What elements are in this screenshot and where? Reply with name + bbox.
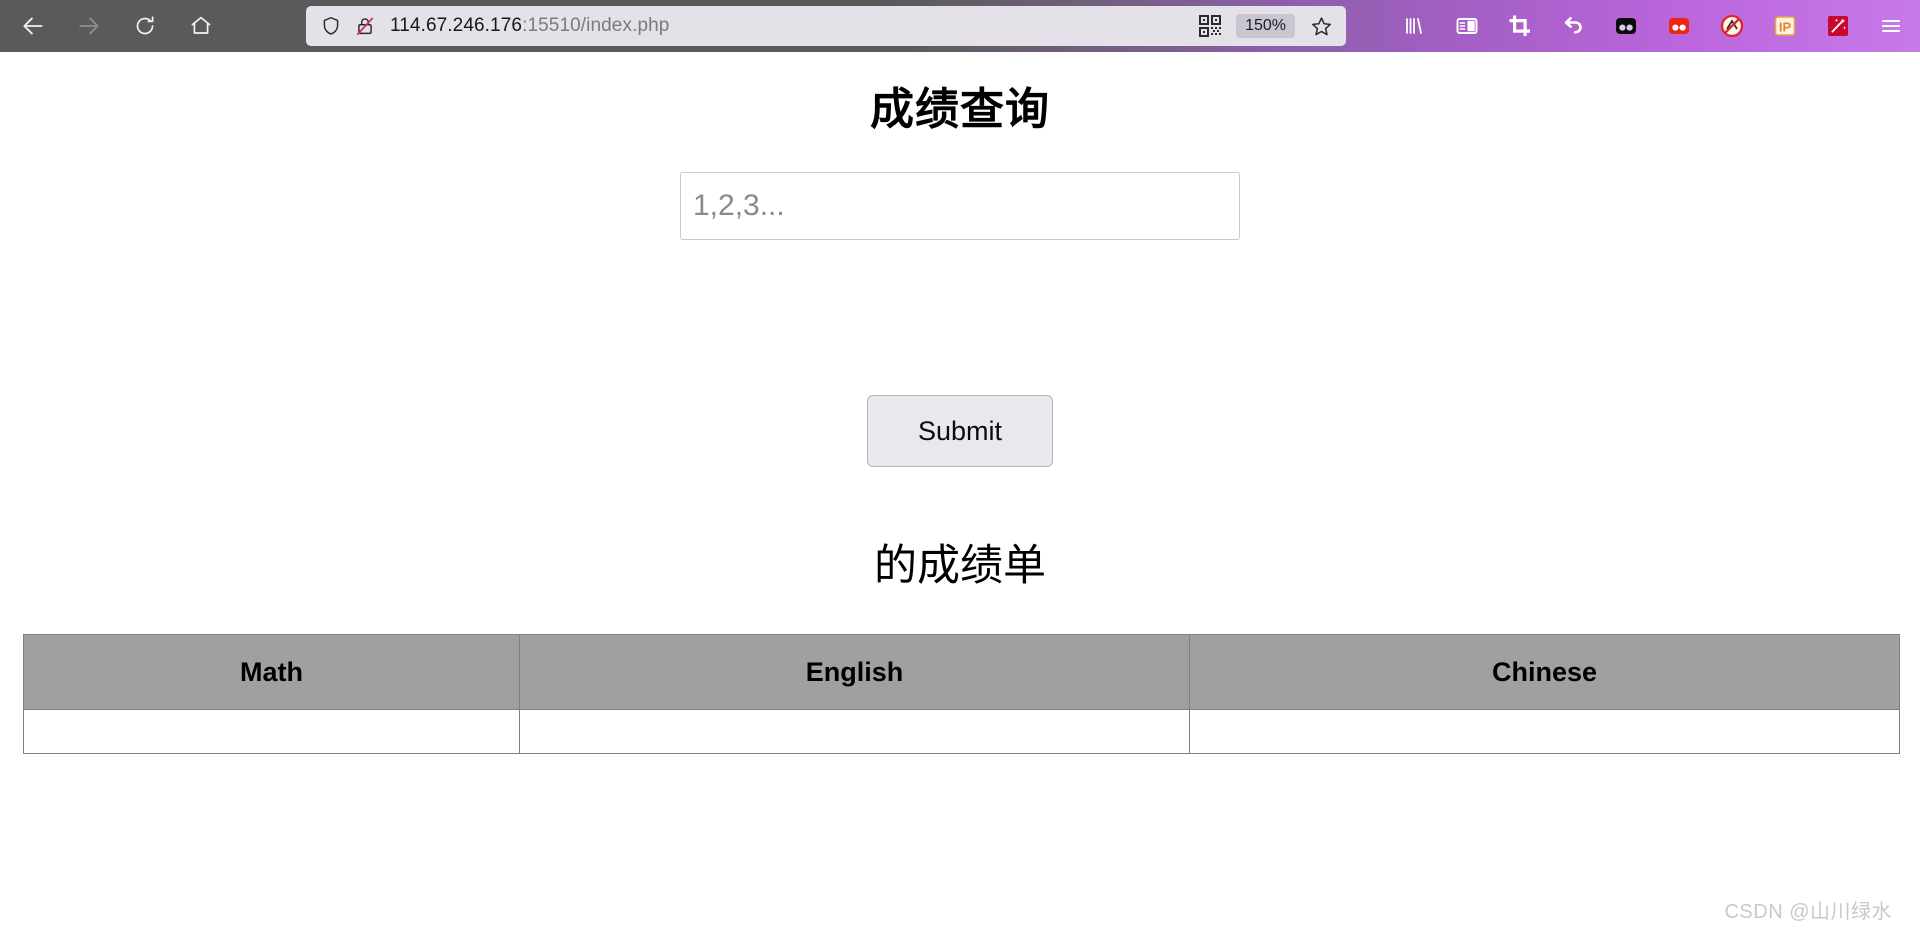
watermark: CSDN @山川绿水 (1724, 901, 1892, 923)
url-text: 114.67.246.176:15510/index.php (390, 15, 1195, 37)
address-bar-container: 114.67.246.176:15510/index.php 150% (306, 6, 1346, 46)
sidebar-icon[interactable] (1452, 11, 1482, 41)
url-host: 114.67.246.176 (390, 15, 523, 36)
forward-button[interactable] (74, 11, 104, 41)
broken-lock-icon[interactable] (354, 15, 376, 37)
page-title: 成绩查询 (870, 85, 1050, 134)
home-button[interactable] (186, 11, 216, 41)
back-button[interactable] (18, 11, 48, 41)
reload-button[interactable] (130, 11, 160, 41)
column-header-english: English (519, 634, 1190, 710)
report-card-title: 的成绩单 (874, 542, 1046, 590)
navigation-buttons (0, 11, 216, 41)
magic-wand-icon[interactable] (1823, 11, 1853, 41)
svg-text:IP: IP (1779, 19, 1792, 34)
address-bar[interactable]: 114.67.246.176:15510/index.php 150% (306, 6, 1346, 46)
hamburger-menu-icon[interactable] (1876, 11, 1906, 41)
cell-english (519, 709, 1190, 754)
shield-icon[interactable] (320, 15, 342, 37)
table-header-row: Math English Chinese (23, 634, 1900, 710)
undo-arrow-icon[interactable] (1558, 11, 1588, 41)
grades-table-head: Math English Chinese (23, 634, 1900, 710)
black-goggles-icon[interactable] (1611, 11, 1641, 41)
student-id-input[interactable] (680, 172, 1240, 240)
library-icon[interactable] (1399, 11, 1429, 41)
page-content: 成绩查询 Submit 的成绩单 Math English Chinese CS… (0, 52, 1920, 942)
browser-chrome: 114.67.246.176:15510/index.php 150% IP (0, 0, 1920, 52)
qr-code-icon[interactable] (1195, 11, 1225, 41)
column-header-math: Math (23, 634, 520, 710)
cell-chinese (1189, 709, 1900, 754)
url-path: :15510/index.php (522, 15, 670, 36)
red-goggles-icon[interactable] (1664, 11, 1694, 41)
table-row (23, 709, 1900, 754)
star-icon[interactable] (1306, 11, 1336, 41)
zoom-level-badge[interactable]: 150% (1236, 14, 1295, 38)
ip-badge-icon[interactable]: IP (1770, 11, 1800, 41)
crop-icon[interactable] (1505, 11, 1535, 41)
grades-table: Math English Chinese (23, 634, 1900, 754)
submit-button[interactable]: Submit (867, 395, 1053, 467)
column-header-chinese: Chinese (1189, 634, 1900, 710)
grades-table-body (23, 709, 1900, 754)
no-ads-icon[interactable] (1717, 11, 1747, 41)
cell-math (23, 709, 520, 754)
address-bar-actions: 150% (1195, 11, 1336, 41)
browser-extensions-toolbar: IP (1399, 0, 1906, 52)
